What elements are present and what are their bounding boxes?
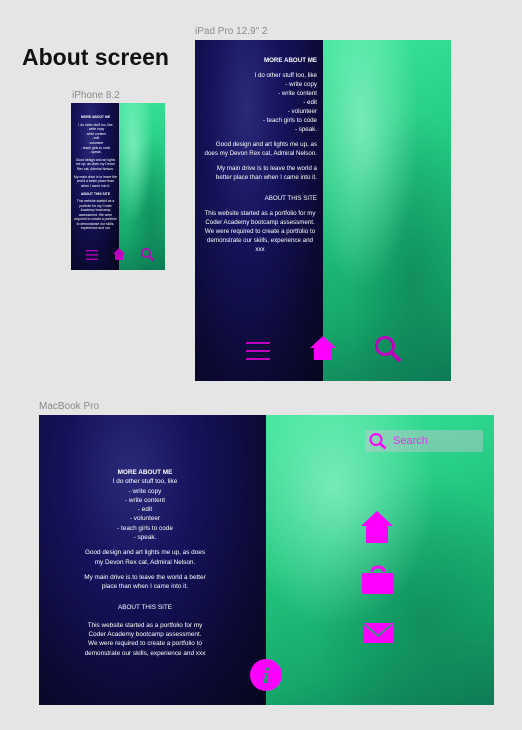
ipad-para-design: Good design and art lights me up, as doe… [204, 140, 317, 157]
macbook-list-item: - write copy [128, 487, 162, 495]
ipad-intro: I do other stuff too, like [254, 71, 318, 79]
macbook-heading: MORE ABOUT ME [117, 469, 173, 476]
iphone-site-para: This website started as a portfolio for … [74, 198, 117, 231]
macbook-intro: I do other stuff too, like [112, 478, 178, 486]
macbook-list-item: - edit [137, 506, 153, 514]
search-icon[interactable] [368, 432, 388, 450]
macbook-site-para: This website started as a portfolio for … [84, 621, 206, 657]
macbook-frame: MORE ABOUT ME I do other stuff too, like… [39, 415, 494, 705]
macbook-para-design: Good design and art lights me up, as doe… [84, 549, 206, 566]
iphone-text-block: MORE ABOUT ME I do other stuff too, like… [73, 115, 118, 231]
page-title: About screen [22, 44, 169, 70]
ipad-list-item: - teach girls to code [263, 116, 317, 124]
info-icon[interactable]: i [249, 658, 283, 692]
iphone-frame: MORE ABOUT ME I do other stuff too, like… [71, 103, 165, 270]
macbook-list-item: - volunteer [129, 515, 161, 523]
macbook-site-heading: ABOUT THIS SITE [117, 604, 173, 612]
macbook-text-block: MORE ABOUT ME I do other stuff too, like… [83, 468, 207, 658]
ipad-text-block: MORE ABOUT ME I do other stuff too, like… [203, 57, 317, 255]
hamburger-menu-icon[interactable] [245, 340, 271, 362]
home-icon[interactable] [309, 335, 337, 361]
ipad-frame: MORE ABOUT ME I do other stuff too, like… [195, 40, 451, 381]
ipad-green-panel [323, 40, 451, 381]
ipad-list-item: - write copy [285, 80, 317, 88]
ipad-frame-label: iPad Pro 12.9" 2 [195, 26, 268, 37]
ipad-para-drive: My main drive is to leave the world a be… [215, 164, 317, 181]
ipad-list-item: - volunteer [287, 107, 317, 115]
ipad-list-item: - edit [303, 98, 317, 106]
macbook-para-drive: My main drive is to leave the world a be… [84, 573, 206, 591]
ipad-list-item: - speak. [294, 125, 317, 133]
svg-text:i: i [263, 663, 270, 688]
hamburger-menu-icon[interactable] [85, 249, 99, 261]
ipad-site-heading: ABOUT THIS SITE [264, 194, 317, 202]
macbook-list-item: - write content [124, 496, 166, 504]
ipad-list-item: - write content [278, 89, 317, 97]
home-icon[interactable] [360, 510, 394, 544]
iphone-green-panel [119, 103, 165, 270]
search-bar[interactable]: Search [365, 430, 483, 452]
iphone-para-drive: My main drive is to leave the world a be… [74, 174, 117, 188]
search-icon[interactable] [373, 334, 403, 364]
macbook-frame-label: MacBook Pro [39, 401, 100, 412]
iphone-frame-label: iPhone 8.2 [72, 90, 120, 101]
iphone-para-design: Good design and art lights me up, as doe… [75, 157, 116, 171]
briefcase-icon[interactable] [361, 565, 395, 595]
search-input[interactable]: Search [393, 435, 428, 447]
macbook-green-panel [266, 415, 494, 705]
macbook-list-item: - speak. [133, 533, 157, 541]
search-icon[interactable] [140, 247, 155, 262]
ipad-site-para: This website started as a portfolio for … [204, 209, 316, 253]
macbook-list-item: - teach girls to code [117, 524, 173, 532]
ipad-heading: MORE ABOUT ME [263, 57, 317, 64]
mail-icon[interactable] [362, 621, 394, 645]
home-icon[interactable] [112, 247, 126, 261]
